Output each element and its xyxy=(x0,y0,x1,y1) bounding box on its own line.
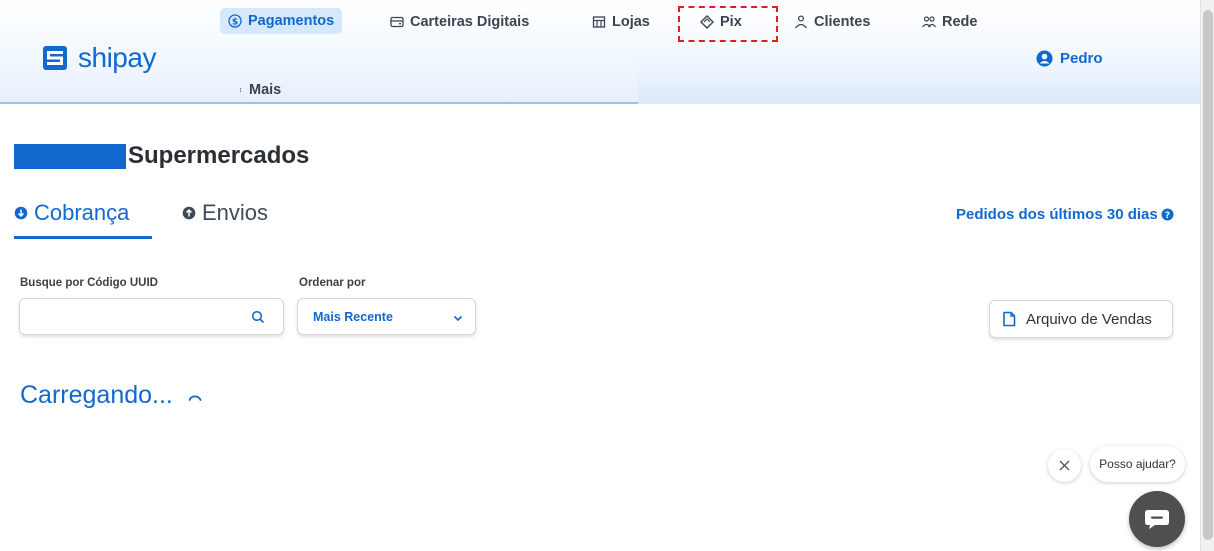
nav-label: Rede xyxy=(942,14,978,30)
store-icon xyxy=(592,16,606,28)
arrow-down-circle-icon xyxy=(14,206,28,220)
sales-file-label: Arquivo de Vendas xyxy=(1026,310,1152,328)
user-menu[interactable]: Pedro xyxy=(1036,50,1103,67)
redacted-block xyxy=(14,143,126,169)
close-icon xyxy=(1059,460,1070,471)
search-field[interactable] xyxy=(19,298,284,335)
tab-label: Cobrança xyxy=(34,200,130,225)
search-label: Busque por Código UUID xyxy=(20,277,158,289)
shipay-logo-icon xyxy=(43,46,67,70)
nav-label: Lojas xyxy=(612,14,650,30)
search-icon[interactable] xyxy=(251,310,265,324)
chat-close-button[interactable] xyxy=(1048,449,1081,482)
brand-name: shipay xyxy=(78,42,156,73)
pix-highlight-box xyxy=(678,6,778,42)
arrow-up-circle-icon xyxy=(182,206,196,220)
nav-label: Pagamentos xyxy=(248,13,335,29)
help-icon[interactable]: ? xyxy=(1161,208,1174,221)
orders-link-label: Pedidos dos últimos 30 dias xyxy=(956,206,1158,223)
more-vertical-icon xyxy=(240,87,241,93)
spinner-icon xyxy=(188,395,202,401)
orders-30-days-link[interactable]: Pedidos dos últimos 30 dias ? xyxy=(956,206,1174,223)
dollar-circle-icon: $ xyxy=(228,14,242,28)
nav-item-rede[interactable]: Rede xyxy=(922,10,977,34)
nav-label: Clientes xyxy=(814,14,871,30)
logo[interactable]: shipay xyxy=(42,42,156,74)
sort-select-value: Mais Recente xyxy=(313,309,393,324)
file-icon xyxy=(1003,311,1016,327)
chat-icon xyxy=(1145,510,1169,529)
wallet-icon xyxy=(390,16,404,28)
nav-label: Mais xyxy=(249,82,282,98)
scrollbar-thumb[interactable] xyxy=(1203,10,1213,540)
sort-label: Ordenar por xyxy=(299,277,366,289)
nav-item-mais[interactable]: Mais xyxy=(238,78,281,102)
nav-item-carteiras[interactable]: Carteiras Digitais xyxy=(390,10,529,34)
page-title-row: Supermercados xyxy=(14,142,309,170)
user-name: Pedro xyxy=(1060,50,1103,67)
svg-text:?: ? xyxy=(1165,211,1170,221)
user-icon xyxy=(794,15,808,29)
nav-item-pagamentos[interactable]: $ Pagamentos xyxy=(220,8,343,34)
user-circle-icon xyxy=(1036,50,1053,67)
sort-select[interactable]: Mais Recente xyxy=(297,298,476,335)
page-title: Supermercados xyxy=(128,142,310,169)
chat-prompt-bubble[interactable]: Posso ajudar? xyxy=(1090,446,1185,482)
svg-text:$: $ xyxy=(232,17,238,27)
nav-item-clientes[interactable]: Clientes xyxy=(794,10,870,34)
nav-label: Carteiras Digitais xyxy=(410,14,530,30)
search-input[interactable] xyxy=(20,299,240,334)
chevron-down-icon xyxy=(453,315,463,322)
tab-label: Envios xyxy=(202,200,269,225)
tab-envios[interactable]: Envios xyxy=(182,200,268,226)
chat-prompt-text: Posso ajudar? xyxy=(1099,457,1176,471)
sales-file-button[interactable]: Arquivo de Vendas xyxy=(989,300,1173,338)
loading-indicator: Carregando... xyxy=(20,381,203,410)
loading-text: Carregando... xyxy=(20,381,173,409)
scrollbar[interactable] xyxy=(1200,0,1214,551)
tab-cobranca[interactable]: Cobrança xyxy=(14,200,129,226)
network-icon xyxy=(922,16,936,28)
nav-item-lojas[interactable]: Lojas xyxy=(592,10,650,34)
chat-button[interactable] xyxy=(1129,491,1185,547)
active-tab-underline xyxy=(14,236,152,239)
